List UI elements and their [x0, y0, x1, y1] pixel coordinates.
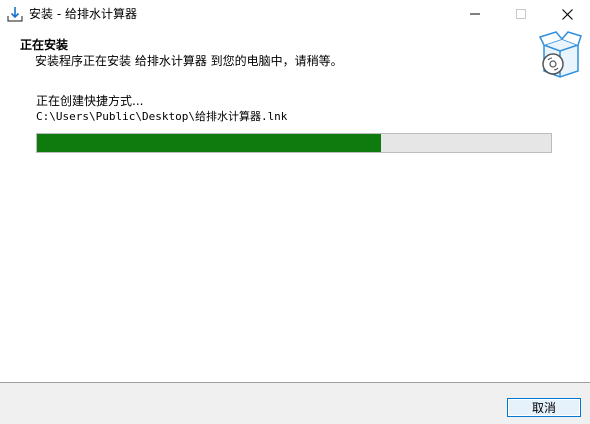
detail-text: C:\Users\Public\Desktop\给排水计算器.lnk: [36, 110, 288, 123]
progress-bar: [36, 133, 552, 153]
close-button[interactable]: [544, 0, 590, 28]
cancel-button[interactable]: 取消: [507, 398, 581, 417]
minimize-icon: [470, 9, 480, 19]
box-cd-icon: [538, 31, 582, 79]
status-text: 正在创建快捷方式...: [36, 94, 144, 108]
window-title: 安装 - 给排水计算器: [29, 7, 137, 21]
progress-fill: [37, 134, 381, 152]
maximize-button[interactable]: [498, 0, 544, 28]
title-bar[interactable]: 安装 - 给排水计算器: [0, 0, 590, 28]
page-subtitle: 安装程序正在安装 给排水计算器 到您的电脑中，请稍等。: [35, 54, 343, 68]
wizard-content: 正在创建快捷方式... C:\Users\Public\Desktop\给排水计…: [0, 84, 590, 382]
page-title: 正在安装: [20, 38, 69, 52]
minimize-button[interactable]: [452, 0, 498, 28]
installer-download-icon: [7, 6, 23, 22]
maximize-icon: [516, 9, 526, 19]
wizard-footer: 取消: [0, 383, 590, 424]
wizard-header: 正在安装 安装程序正在安装 给排水计算器 到您的电脑中，请稍等。: [0, 28, 590, 84]
close-icon: [561, 8, 573, 20]
